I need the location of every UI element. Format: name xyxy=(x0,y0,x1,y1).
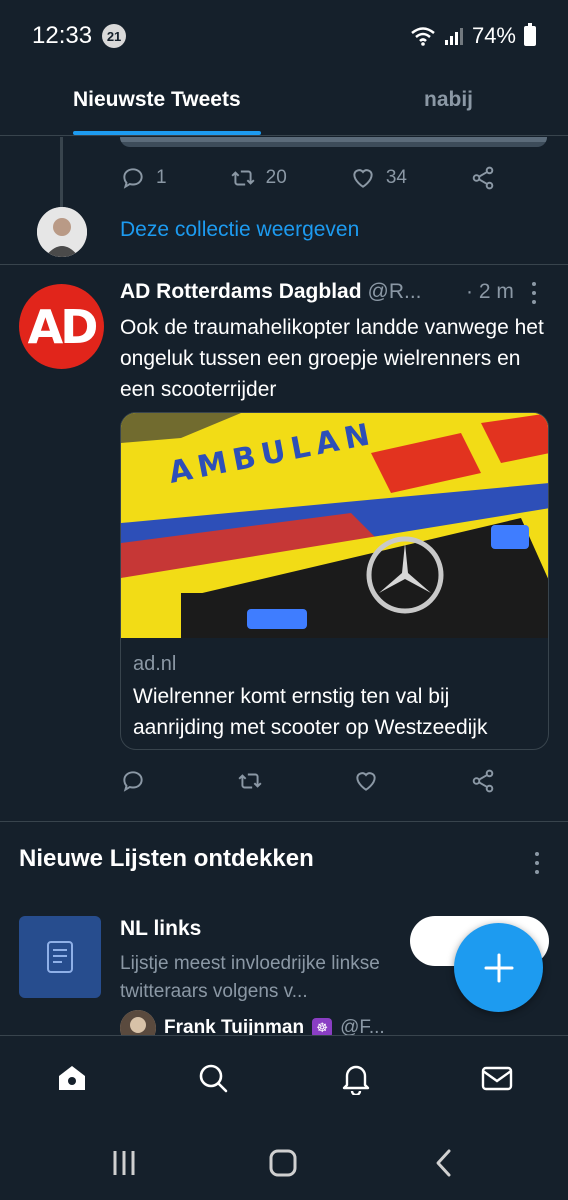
document-icon xyxy=(47,941,73,973)
clock: 12:33 xyxy=(32,22,93,49)
bell-icon xyxy=(342,1065,370,1095)
like-count: 34 xyxy=(385,167,407,188)
tab-nearby[interactable]: nabij xyxy=(424,88,473,112)
plus-icon xyxy=(484,953,513,982)
retweet-button[interactable]: 20 xyxy=(230,165,287,191)
ambulance-image: AMBULAN xyxy=(121,413,548,638)
compose-tweet-button[interactable] xyxy=(454,923,543,1012)
battery-percentage: 74% xyxy=(471,23,516,48)
search-icon xyxy=(199,1064,228,1093)
section-divider xyxy=(0,821,568,822)
reply-button[interactable]: 1 xyxy=(120,165,167,191)
signal-icon xyxy=(444,28,463,45)
tweet-text: Ook de traumahelikopter landde vanwege h… xyxy=(120,316,544,401)
tweet-handle[interactable]: @R... xyxy=(368,280,422,304)
notification-count-badge: 21 xyxy=(102,24,127,48)
share-button[interactable] xyxy=(470,165,500,191)
view-collection-link[interactable]: Deze collectie weergeven xyxy=(120,218,359,242)
retweet-icon xyxy=(238,773,262,789)
nav-home[interactable] xyxy=(52,1058,92,1098)
reply-count: 1 xyxy=(156,167,167,188)
back-chevron-icon xyxy=(436,1149,451,1177)
tweet-actions xyxy=(120,768,500,794)
retweet-icon xyxy=(231,170,255,186)
share-icon xyxy=(472,769,494,793)
reply-icon xyxy=(123,168,143,189)
nav-messages[interactable] xyxy=(477,1058,517,1098)
timeline-tabs: Nieuwste Tweets nabij xyxy=(0,72,568,136)
tweet-divider xyxy=(0,264,568,265)
tweet-more-icon[interactable] xyxy=(530,282,538,304)
reply-button[interactable] xyxy=(120,768,150,794)
recent-apps-icon xyxy=(113,1151,135,1175)
thread-line xyxy=(60,137,63,207)
ambulance-illustration: AMBULAN xyxy=(121,413,548,638)
status-right: 74% xyxy=(410,23,536,49)
nav-search[interactable] xyxy=(193,1058,233,1098)
discover-lists-title: Nieuwe Lijsten ontdekken xyxy=(19,845,314,872)
bottom-navigation xyxy=(0,1035,568,1125)
like-button[interactable]: 34 xyxy=(350,165,407,191)
reply-icon xyxy=(123,771,143,792)
link-preview-card[interactable]: AMBULAN ad.nl Wielrenner komt ernstig te… xyxy=(120,412,549,750)
card-title: Wielrenner komt ernstig ten val bij aanr… xyxy=(133,685,488,739)
person-avatar-icon xyxy=(37,207,87,257)
tweet-time: · 2 m xyxy=(466,280,514,303)
previous-tweet-actions: 1 20 34 xyxy=(120,165,500,191)
ad-avatar[interactable]: AD xyxy=(19,284,104,369)
section-more-icon[interactable] xyxy=(533,852,541,874)
heart-icon xyxy=(353,169,373,188)
list-icon[interactable] xyxy=(19,916,101,998)
heart-icon xyxy=(356,772,376,791)
share-button[interactable] xyxy=(470,768,500,794)
previous-tweet-media[interactable] xyxy=(120,137,547,147)
home-icon xyxy=(59,1066,85,1090)
active-tab-indicator xyxy=(73,131,261,135)
collection-author-avatar[interactable] xyxy=(37,207,87,257)
share-icon xyxy=(472,166,494,190)
list-name[interactable]: NL links xyxy=(120,917,201,941)
list-description: Lijstje meest invloedrijke linkse twitte… xyxy=(120,953,380,1002)
ad-logo-text: AD xyxy=(27,299,99,354)
status-bar: 12:33 21 74% xyxy=(0,0,568,72)
wifi-icon xyxy=(411,27,435,46)
tweet-author[interactable]: AD Rotterdams Dagblad xyxy=(120,280,362,304)
mail-icon xyxy=(481,1066,513,1091)
home-square-icon xyxy=(269,1149,297,1177)
nav-notifications[interactable] xyxy=(336,1058,376,1098)
retweet-count: 20 xyxy=(265,167,287,188)
recent-apps-button[interactable] xyxy=(104,1145,144,1181)
home-button[interactable] xyxy=(263,1145,303,1181)
like-button[interactable] xyxy=(353,768,383,794)
card-domain: ad.nl xyxy=(133,653,177,675)
back-button[interactable] xyxy=(424,1145,464,1181)
system-navigation xyxy=(0,1125,568,1200)
retweet-button[interactable] xyxy=(237,768,267,794)
tab-latest-tweets[interactable]: Nieuwste Tweets xyxy=(73,88,241,112)
status-left: 12:33 21 xyxy=(32,22,127,50)
battery-icon xyxy=(524,23,536,46)
tweet-header: AD Rotterdams Dagblad @R... · 2 m xyxy=(120,280,550,304)
